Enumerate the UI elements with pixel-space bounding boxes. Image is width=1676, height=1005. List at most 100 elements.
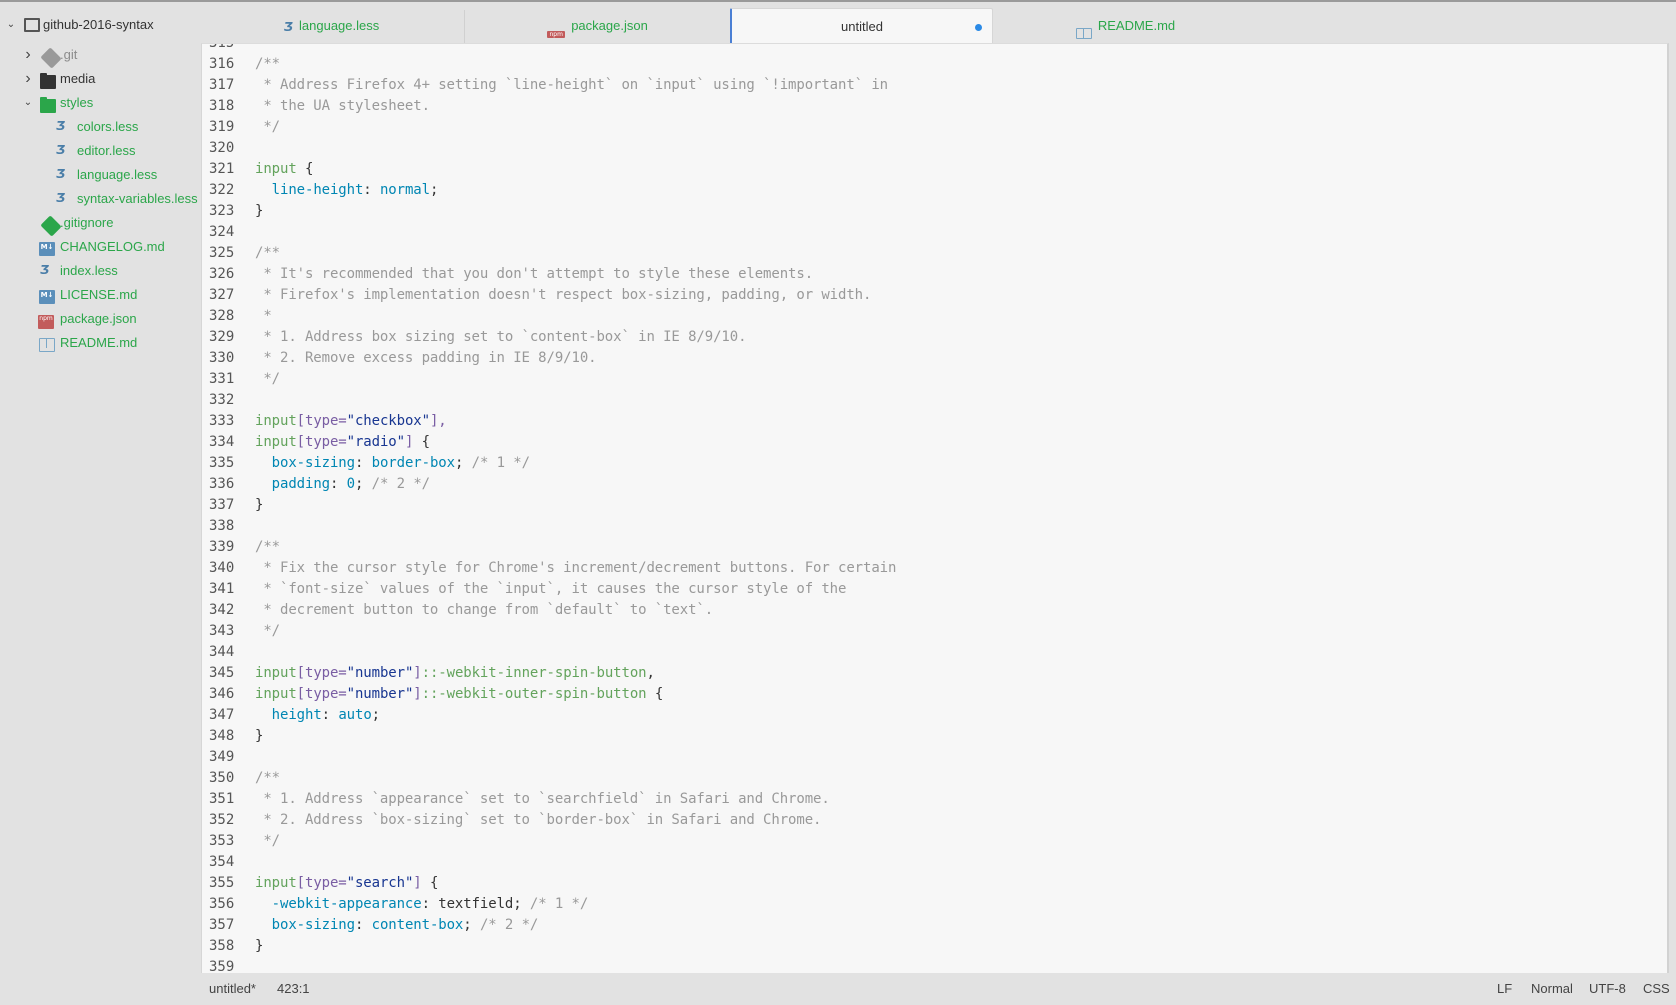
code-text: * 2. Address `box-sizing` set to `border… (255, 810, 821, 831)
token-punct: : (421, 896, 439, 912)
code-line[interactable]: 326 * It's recommended that you don't at… (202, 264, 1667, 285)
code-line[interactable]: 319 */ (202, 117, 1667, 138)
code-line[interactable]: 340 * Fix the cursor style for Chrome's … (202, 558, 1667, 579)
code-text: /** (255, 54, 280, 75)
code-line[interactable]: 349 (202, 747, 1667, 768)
tree-item-label: .gitignore (60, 215, 114, 230)
code-line[interactable]: 337} (202, 495, 1667, 516)
code-line[interactable]: 353 */ (202, 831, 1667, 852)
code-line[interactable]: 324 (202, 222, 1667, 243)
code-line[interactable]: 329 * 1. Address box sizing set to `cont… (202, 327, 1667, 348)
code-line[interactable]: 351 * 1. Address `appearance` set to `se… (202, 789, 1667, 810)
status-line-ending[interactable]: LF (1497, 973, 1512, 1005)
token-string: "number" (346, 686, 414, 702)
code-line[interactable]: 327 * Firefox's implementation doesn't r… (202, 285, 1667, 306)
status-bar: untitled* 423:1 LF Normal UTF-8 CSS (200, 973, 1676, 1005)
token-string: "radio" (346, 434, 405, 450)
code-line[interactable]: 359 (202, 957, 1667, 973)
chevron-down-icon[interactable]: ⌄ (23, 91, 33, 115)
token-tag: ::-webkit-inner-spin-button (421, 665, 647, 681)
code-line[interactable]: 315 (202, 44, 1667, 54)
tab-package-json[interactable]: npm package.json (465, 8, 730, 44)
code-line[interactable]: 356 -webkit-appearance: textfield; /* 1 … (202, 894, 1667, 915)
code-line[interactable]: 341 * `font-size` values of the `input`,… (202, 579, 1667, 600)
status-cursor-position[interactable]: 423:1 (277, 973, 310, 1005)
code-line[interactable]: 330 * 2. Remove excess padding in IE 8/9… (202, 348, 1667, 369)
code-line[interactable]: 346 input[type="number"]::-webkit-outer-s… (202, 684, 1667, 705)
code-line[interactable]: 343 */ (202, 621, 1667, 642)
code-text: * 1. Address `appearance` set to `search… (255, 789, 829, 810)
code-line[interactable]: 355 input[type="search"] { (202, 873, 1667, 894)
text-editor[interactable]: 315 316 /** 317 * Address Firefox 4+ settin… (201, 43, 1669, 973)
code-line[interactable]: 345 input[type="number"]::-webkit-inner-s… (202, 663, 1667, 684)
git-icon (40, 215, 62, 237)
line-number: 348 (209, 728, 235, 744)
code-line[interactable]: 333 input[type="checkbox"], (202, 411, 1667, 432)
line-number: 330 (209, 350, 235, 366)
line-number: 342 (209, 602, 235, 618)
chevron-right-icon[interactable]: › (23, 43, 33, 67)
token-punct: ; (371, 707, 380, 723)
line-number: 352 (209, 812, 235, 828)
code-text: input[type="number"]::-webkit-outer-spin… (255, 684, 663, 705)
code-line[interactable]: 344 (202, 642, 1667, 663)
token-punct: ; (454, 455, 472, 471)
tab-readme-md[interactable]: README.md (994, 8, 1257, 44)
code-line[interactable]: 325 /** (202, 243, 1667, 264)
code-line[interactable]: 320 (202, 138, 1667, 159)
code-line[interactable]: 354 (202, 852, 1667, 873)
tree-view[interactable]: ⌄ github-2016-syntax › .git › media ⌄ styles Ʒ… (0, 2, 200, 1005)
less-file-icon: Ʒ (56, 119, 66, 133)
code-line[interactable]: 328 * (202, 306, 1667, 327)
token-comment: * decrement button to change from `defau… (255, 602, 714, 618)
code-line[interactable]: 350 /** (202, 768, 1667, 789)
code-text: line-height: normal; (255, 180, 439, 201)
code-line[interactable]: 335 box-sizing: border-box; /* 1 */ (202, 453, 1667, 474)
token-attr: [type= (296, 875, 347, 891)
code-line[interactable]: 318 * the UA stylesheet. (202, 96, 1667, 117)
code-line[interactable]: 323} (202, 201, 1667, 222)
status-file-name[interactable]: untitled* (209, 973, 256, 1005)
code-text: * (255, 306, 271, 327)
code-line[interactable]: 331 */ (202, 369, 1667, 390)
code-text: /** (255, 537, 280, 558)
code-line[interactable]: 322 line-height: normal; (202, 180, 1667, 201)
code-text: * Fix the cursor style for Chrome's incr… (255, 558, 896, 579)
token-string: "checkbox" (346, 413, 430, 429)
project-name: github-2016-syntax (43, 17, 154, 32)
code-line[interactable]: 316 /** (202, 54, 1667, 75)
tab-untitled[interactable]: untitled (730, 8, 993, 45)
code-line[interactable]: 317 * Address Firefox 4+ setting `line-h… (202, 75, 1667, 96)
token-value: normal (379, 182, 430, 198)
token-comment: */ (255, 371, 280, 387)
code-line[interactable]: 357 box-sizing: content-box; /* 2 */ (202, 915, 1667, 936)
code-line[interactable]: 336 padding: 0; /* 2 */ (202, 474, 1667, 495)
code-line[interactable]: 338 (202, 516, 1667, 537)
line-number: 340 (209, 560, 235, 576)
token-prop: box-sizing (271, 455, 355, 471)
code-line[interactable]: 339 /** (202, 537, 1667, 558)
code-line[interactable]: 358} (202, 936, 1667, 957)
book-icon (1075, 28, 1092, 40)
status-grammar[interactable]: CSS (1643, 973, 1670, 1005)
token-punct: } (255, 497, 264, 513)
tree-item-label: .git (60, 47, 78, 62)
token-comment: /** (255, 770, 280, 786)
code-line[interactable]: 334 input[type="radio"] { (202, 432, 1667, 453)
status-encoding[interactable]: UTF-8 (1589, 973, 1626, 1005)
code-line[interactable]: 348} (202, 726, 1667, 747)
code-line[interactable]: 347 height: auto; (202, 705, 1667, 726)
code-line[interactable]: 352 * 2. Address `box-sizing` set to `bo… (202, 810, 1667, 831)
tab-label: untitled (841, 19, 883, 34)
token-comment: */ (255, 119, 280, 135)
line-number: 339 (209, 539, 235, 555)
code-line[interactable]: 342 * decrement button to change from `d… (202, 600, 1667, 621)
tab-language-less[interactable]: Ʒlanguage.less (200, 8, 463, 44)
code-line[interactable]: 321 input { (202, 159, 1667, 180)
status-mode[interactable]: Normal (1531, 973, 1573, 1005)
modified-indicator-icon (975, 24, 982, 31)
code-line[interactable]: 332 (202, 390, 1667, 411)
chevron-right-icon[interactable]: › (23, 67, 33, 91)
line-number: 338 (209, 518, 235, 534)
code-text: box-sizing: content-box; /* 2 */ (255, 915, 539, 936)
